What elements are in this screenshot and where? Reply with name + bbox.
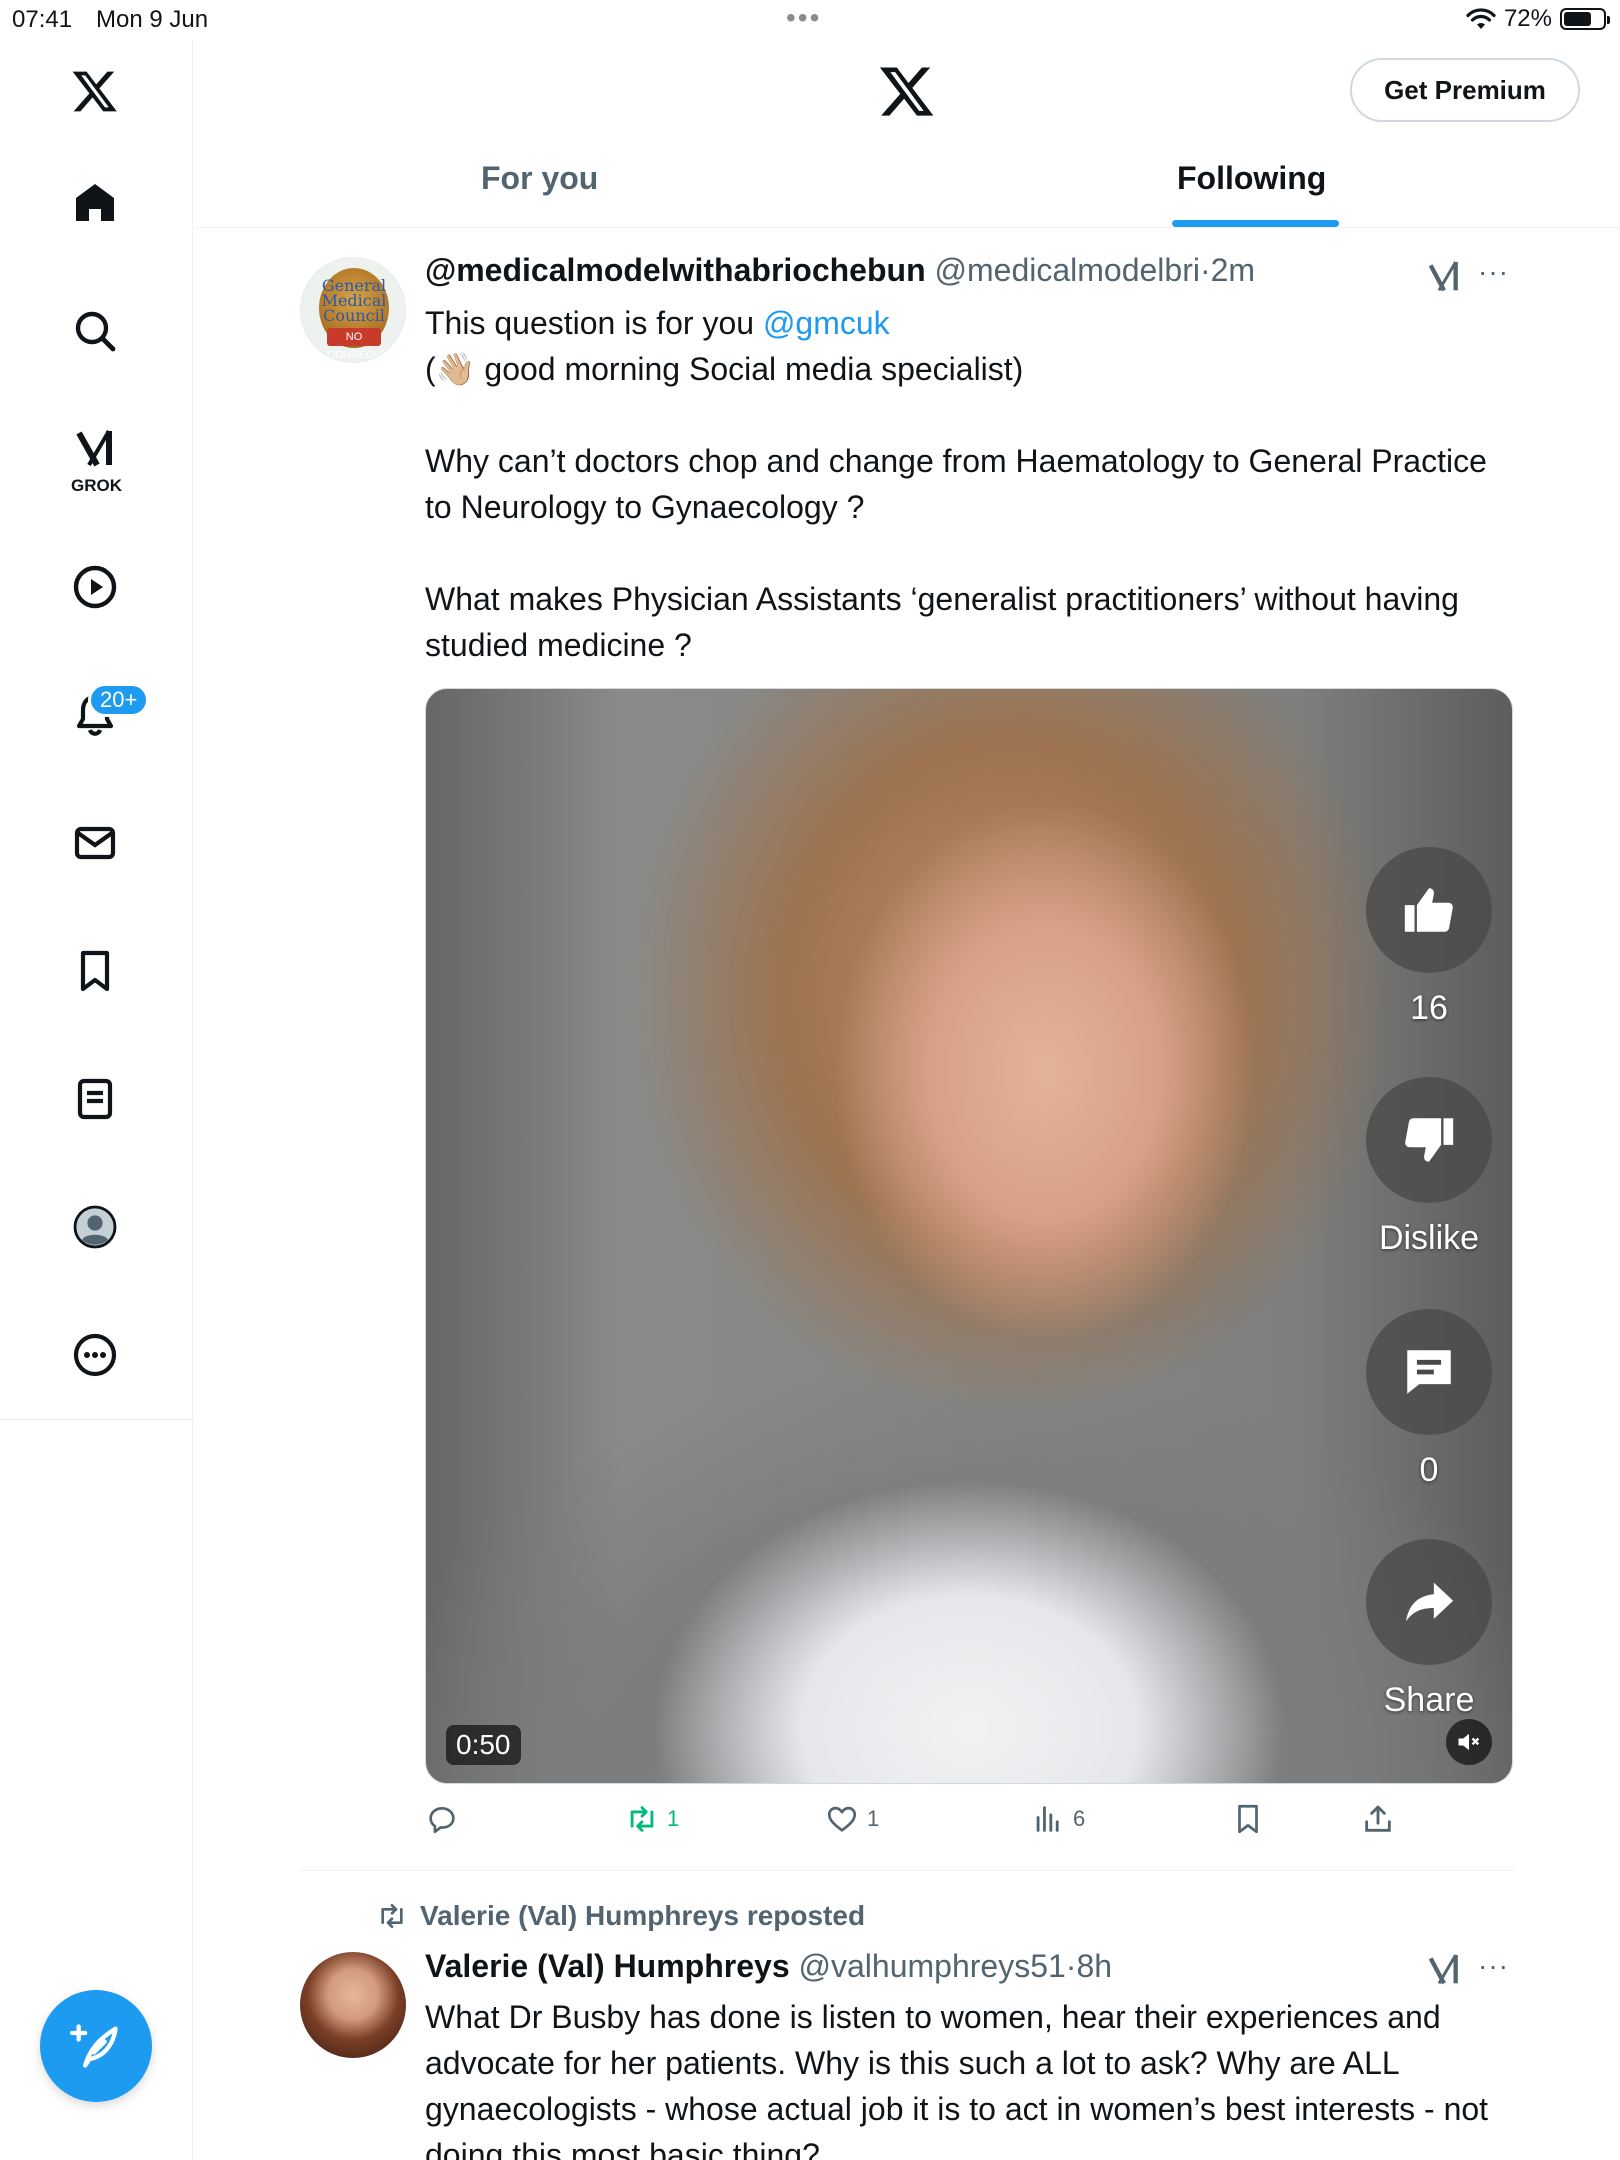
tweet-actions: 1 1 6 xyxy=(425,1802,1515,1848)
heart-icon xyxy=(827,1806,857,1832)
video-dislike-group: Dislike xyxy=(1366,1077,1492,1258)
tweet-header: Valerie (Val) Humphreys @valhumphreys51·… xyxy=(425,1948,1112,1985)
reply-icon xyxy=(429,1807,455,1834)
analytics-icon xyxy=(1036,1806,1059,1832)
rail-border xyxy=(192,1420,193,2160)
profile-icon[interactable] xyxy=(66,1198,124,1256)
get-premium-button[interactable]: Get Premium xyxy=(1350,58,1580,122)
repost-icon xyxy=(630,1806,654,1832)
author-name[interactable]: @medicalmodelwithabriochebun xyxy=(425,252,926,288)
video-comment-count: 0 xyxy=(1419,1451,1439,1489)
like-button[interactable]: 1 xyxy=(825,1802,879,1836)
video-like-group: 16 xyxy=(1366,847,1492,1028)
author-name[interactable]: Valerie (Val) Humphreys xyxy=(425,1948,790,1984)
mail-icon[interactable] xyxy=(66,814,124,872)
battery-icon xyxy=(1560,8,1610,30)
video-comment-group: 0 xyxy=(1366,1309,1492,1490)
tweet-text: What Dr Busby has done is listen to wome… xyxy=(425,1999,1489,2160)
list-icon[interactable] xyxy=(66,1070,124,1128)
x-logo-icon[interactable] xyxy=(66,62,124,120)
repost-context-text: Valerie (Val) Humphreys reposted xyxy=(420,1900,866,1931)
video-dislike-label: Dislike xyxy=(1378,1219,1480,1257)
status-time: 07:41 xyxy=(12,6,73,33)
thumbs-down-icon xyxy=(1405,1118,1454,1162)
tweet-time[interactable]: 2m xyxy=(1211,252,1255,288)
video-duration: 0:50 xyxy=(446,1725,521,1765)
video-share-label: Share xyxy=(1383,1681,1475,1719)
video-like-count: 16 xyxy=(1410,989,1448,1027)
avatar-text: General Medical Council xyxy=(321,276,387,325)
grok-icon[interactable] xyxy=(66,420,124,478)
like-count: 1 xyxy=(867,1806,880,1831)
notification-badge: 20+ xyxy=(88,683,150,717)
repost-icon xyxy=(381,1904,403,1928)
bookmark-icon[interactable] xyxy=(66,942,124,1000)
comment-icon xyxy=(1407,1350,1451,1394)
video-like-button[interactable] xyxy=(1366,847,1492,973)
reply-button[interactable] xyxy=(425,1802,459,1836)
author-handle[interactable]: @valhumphreys51 xyxy=(799,1948,1066,1984)
header-separator: · xyxy=(1065,1948,1077,1984)
repost-button[interactable]: 1 xyxy=(625,1802,679,1836)
video-dislike-button[interactable] xyxy=(1366,1077,1492,1203)
thumbs-up-icon xyxy=(1404,888,1453,932)
tweet-text: This question is for you @gmcuk (👋🏼 good… xyxy=(425,300,1515,668)
bookmark-icon xyxy=(1238,1804,1258,1834)
compose-icon xyxy=(70,2024,118,2068)
muted-speaker-icon xyxy=(1458,1733,1480,1751)
rail-divider xyxy=(0,1419,193,1420)
bookmark-button[interactable] xyxy=(1231,1802,1265,1836)
more-options-icon[interactable]: ··· xyxy=(1478,1950,1509,1982)
timeline-tabs: For you Following xyxy=(193,142,1620,228)
grok-icon[interactable] xyxy=(1424,1950,1464,1990)
repost-count: 1 xyxy=(667,1806,680,1831)
status-bar: 07:41 Mon 9 Jun ••• 72% xyxy=(0,0,1620,40)
tweet-paragraph-3: What makes Physician Assistants ‘general… xyxy=(425,581,1459,663)
active-tab-indicator xyxy=(1172,220,1339,227)
video-comment-button[interactable] xyxy=(1366,1309,1492,1435)
upload-share-icon xyxy=(1365,1805,1391,1832)
tweet-paragraph-2: Why can’t doctors chop and change from H… xyxy=(425,443,1487,525)
tab-for-you[interactable]: For you xyxy=(481,160,598,197)
avatar[interactable] xyxy=(300,1952,406,2058)
author-handle[interactable]: @medicalmodelbri xyxy=(935,252,1200,288)
tab-following[interactable]: Following xyxy=(1177,160,1326,197)
tweet-time[interactable]: 8h xyxy=(1076,1948,1112,1984)
mention-link[interactable]: @gmcuk xyxy=(763,305,890,341)
x-logo-icon[interactable] xyxy=(878,62,936,120)
tweet-line-2: (👋🏼 good morning Social media specialist… xyxy=(425,351,1024,387)
share-button[interactable] xyxy=(1361,1802,1395,1836)
tweet-line-1: This question is for you xyxy=(425,305,763,341)
mute-button[interactable] xyxy=(1446,1719,1492,1765)
view-count: 6 xyxy=(1073,1806,1086,1831)
compose-button[interactable] xyxy=(40,1990,152,2102)
views-button[interactable]: 6 xyxy=(1031,1802,1085,1836)
status-right: 72% xyxy=(1466,5,1610,33)
video-share-group: Share xyxy=(1366,1539,1492,1720)
home-icon[interactable] xyxy=(66,174,124,232)
battery-percent: 72% xyxy=(1503,5,1552,32)
header-separator: · xyxy=(1199,252,1211,288)
wifi-icon xyxy=(1466,8,1496,29)
repost-context[interactable]: Valerie (Val) Humphreys reposted xyxy=(376,1900,865,1932)
share-arrow-icon xyxy=(1406,1582,1454,1622)
video-icon[interactable] xyxy=(66,558,124,616)
avatar-tag: NO CONSEQUENCES xyxy=(327,328,405,361)
more-icon[interactable] xyxy=(66,1326,124,1384)
video-share-button[interactable] xyxy=(1366,1539,1492,1665)
tweet-divider xyxy=(300,1870,1515,1871)
multitasking-dots[interactable]: ••• xyxy=(786,2,821,34)
search-icon[interactable] xyxy=(66,302,124,360)
video-player[interactable]: 16 Dislike 0 Share 0:50 xyxy=(425,688,1513,1784)
avatar[interactable]: General Medical Council NO CONSEQUENCES xyxy=(300,257,406,363)
tweet-header: @medicalmodelwithabriochebun @medicalmod… xyxy=(425,252,1255,289)
status-date: Mon 9 Jun xyxy=(96,6,209,33)
grok-label: GROK xyxy=(71,476,122,495)
more-options-icon[interactable]: ··· xyxy=(1478,256,1509,288)
grok-icon[interactable] xyxy=(1424,257,1464,297)
